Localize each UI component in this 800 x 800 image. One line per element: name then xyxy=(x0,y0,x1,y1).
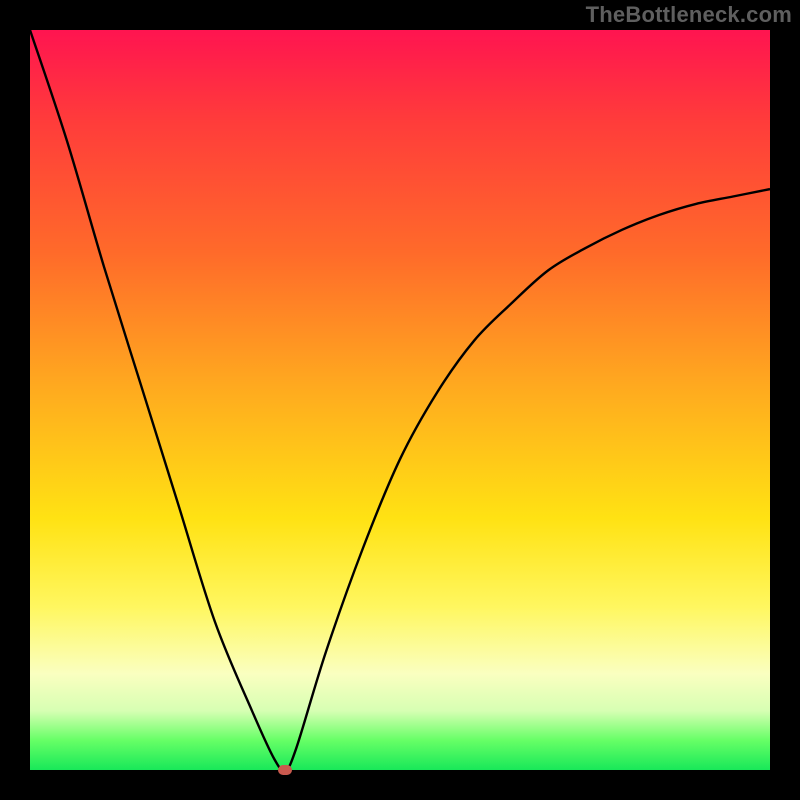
plot-area xyxy=(30,30,770,770)
watermark-text: TheBottleneck.com xyxy=(586,2,792,28)
optimum-marker xyxy=(278,765,292,775)
curve-svg xyxy=(30,30,770,770)
bottleneck-curve xyxy=(30,30,770,770)
chart-container: TheBottleneck.com xyxy=(0,0,800,800)
